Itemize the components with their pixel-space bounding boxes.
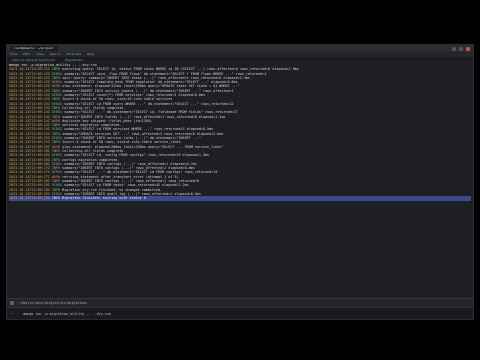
minimize-icon[interactable]: [452, 46, 456, 51]
log-level: INFO: [51, 196, 61, 201]
command-input-bar[interactable]: ~ › mango run -p migration_utility -- --…: [7, 307, 473, 319]
menu-file[interactable]: File: [10, 52, 17, 57]
command-input[interactable]: mango run -p migration_utility -- --dry-…: [23, 312, 111, 316]
log-timestamp: 2023-10-14T13:09:29Z: [9, 196, 50, 201]
maximize-icon[interactable]: [459, 46, 463, 51]
terminal-output[interactable]: mango run -p migration_utility -- --dry-…: [9, 63, 471, 297]
status-bar: ~/dev/scripts/project/src/migrations: [7, 298, 473, 307]
folder-icon: [10, 301, 14, 305]
path-bar: ~/dev/scripts/project/src · migrations: [7, 57, 473, 62]
status-path: ~/dev/scripts/project/src/migrations: [18, 301, 88, 305]
menu-help[interactable]: Help: [87, 52, 94, 57]
tab-terminal[interactable]: root@ubuntu: ~/project: [10, 46, 58, 51]
title-bar: root@ubuntu: ~/project: [7, 45, 473, 52]
close-icon[interactable]: [466, 46, 470, 51]
menu-view[interactable]: View: [36, 52, 43, 57]
log-message: Migration finished; exiting with status …: [62, 196, 146, 201]
menu-edit[interactable]: Edit: [23, 52, 30, 57]
window-controls: [452, 46, 470, 51]
log-line: 2023-10-14T13:09:29Z INFO Migration fini…: [9, 196, 471, 201]
current-path: ~/dev/scripts/project/src: [10, 57, 56, 62]
menu-search[interactable]: Search: [50, 52, 61, 57]
input-cwd: ~: [11, 311, 14, 316]
menu-terminal[interactable]: Terminal: [67, 52, 81, 57]
git-branch: migrations: [64, 57, 84, 62]
terminal-window: root@ubuntu: ~/project File Edit View Se…: [6, 44, 474, 320]
